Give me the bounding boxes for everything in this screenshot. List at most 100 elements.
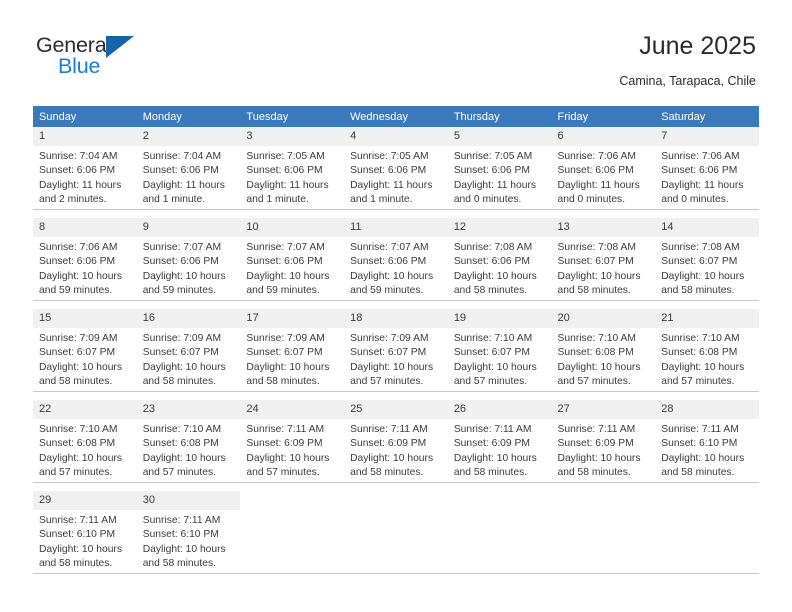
day-cell[interactable]: 30 Sunrise: 7:11 AM Sunset: 6:10 PM Dayl… <box>136 491 241 574</box>
day-cell[interactable]: 3 Sunrise: 7:05 AM Sunset: 6:06 PM Dayli… <box>240 127 345 210</box>
daylight-text-line1: Daylight: 11 hours <box>350 179 433 191</box>
day-cell[interactable]: 23 Sunrise: 7:10 AM Sunset: 6:08 PM Dayl… <box>136 400 241 483</box>
day-number: 30 <box>136 491 241 510</box>
day-cell[interactable]: 18 Sunrise: 7:09 AM Sunset: 6:07 PM Dayl… <box>344 309 448 392</box>
day-cell[interactable]: 24 Sunrise: 7:11 AM Sunset: 6:09 PM Dayl… <box>240 400 345 483</box>
week-gap <box>33 482 759 491</box>
day-cell[interactable]: 28 Sunrise: 7:11 AM Sunset: 6:10 PM Dayl… <box>655 400 759 483</box>
daylight-text-line1: Daylight: 10 hours <box>142 361 226 373</box>
day-number: 4 <box>344 127 448 146</box>
day-info: Sunrise: 7:10 AM Sunset: 6:08 PM Dayligh… <box>655 328 759 390</box>
calendar-week-row: 8 Sunrise: 7:06 AM Sunset: 6:06 PM Dayli… <box>33 218 759 301</box>
day-cell[interactable]: 11 Sunrise: 7:07 AM Sunset: 6:06 PM Dayl… <box>344 218 448 301</box>
day-cell[interactable]: 5 Sunrise: 7:05 AM Sunset: 6:06 PM Dayli… <box>447 127 552 210</box>
daylight-text-line2: and 1 minute. <box>350 194 413 206</box>
sunrise-text: Sunrise: 7:09 AM <box>142 333 222 344</box>
sunset-text: Sunset: 6:10 PM <box>661 438 738 450</box>
day-number: 26 <box>447 400 552 419</box>
day-info: Sunrise: 7:11 AM Sunset: 6:10 PM Dayligh… <box>655 419 759 481</box>
sunrise-text: Sunrise: 7:07 AM <box>350 242 429 253</box>
daylight-text-line2: and 57 minutes. <box>557 376 631 388</box>
day-number: 13 <box>551 218 656 237</box>
day-cell[interactable]: 12 Sunrise: 7:08 AM Sunset: 6:06 PM Dayl… <box>447 218 552 301</box>
day-cell[interactable]: 1 Sunrise: 7:04 AM Sunset: 6:06 PM Dayli… <box>33 127 137 210</box>
sunrise-text: Sunrise: 7:08 AM <box>453 242 533 253</box>
sunset-text: Sunset: 6:06 PM <box>350 165 427 177</box>
day-number: 9 <box>136 218 241 237</box>
day-cell[interactable]: 17 Sunrise: 7:09 AM Sunset: 6:07 PM Dayl… <box>240 309 345 392</box>
sunrise-text: Sunrise: 7:10 AM <box>557 333 636 344</box>
day-info: Sunrise: 7:06 AM Sunset: 6:06 PM Dayligh… <box>552 146 656 208</box>
sunrise-text: Sunrise: 7:05 AM <box>246 151 325 162</box>
day-info: Sunrise: 7:11 AM Sunset: 6:09 PM Dayligh… <box>344 419 448 481</box>
daylight-text-line2: and 1 minute. <box>142 194 206 206</box>
calendar-week-row: 1 Sunrise: 7:04 AM Sunset: 6:06 PM Dayli… <box>33 127 759 210</box>
sunset-text: Sunset: 6:10 PM <box>142 529 219 541</box>
location-subtitle: Camina, Tarapaca, Chile <box>619 74 756 88</box>
sunset-text: Sunset: 6:09 PM <box>557 438 634 450</box>
daylight-text-line1: Daylight: 10 hours <box>39 361 122 373</box>
day-number: 11 <box>344 218 448 237</box>
day-cell[interactable]: 22 Sunrise: 7:10 AM Sunset: 6:08 PM Dayl… <box>33 400 137 483</box>
day-number: 12 <box>447 218 552 237</box>
daylight-text-line1: Daylight: 11 hours <box>39 179 122 191</box>
daylight-text-line1: Daylight: 11 hours <box>142 179 225 191</box>
day-cell[interactable]: 20 Sunrise: 7:10 AM Sunset: 6:08 PM Dayl… <box>551 309 656 392</box>
day-info: Sunrise: 7:08 AM Sunset: 6:06 PM Dayligh… <box>448 237 552 299</box>
general-blue-logo: General Blue <box>36 33 166 79</box>
day-cell[interactable]: 4 Sunrise: 7:05 AM Sunset: 6:06 PM Dayli… <box>344 127 448 210</box>
day-cell[interactable]: 7 Sunrise: 7:06 AM Sunset: 6:06 PM Dayli… <box>655 127 759 210</box>
daylight-text-line2: and 58 minutes. <box>350 467 424 479</box>
calendar-week-row: 22 Sunrise: 7:10 AM Sunset: 6:08 PM Dayl… <box>33 400 759 483</box>
day-number: 2 <box>136 127 241 146</box>
sunrise-text: Sunrise: 7:09 AM <box>246 333 325 344</box>
day-cell[interactable]: 25 Sunrise: 7:11 AM Sunset: 6:09 PM Dayl… <box>344 400 448 483</box>
daylight-text-line2: and 0 minutes. <box>661 194 729 206</box>
day-cell[interactable]: 2 Sunrise: 7:04 AM Sunset: 6:06 PM Dayli… <box>136 127 241 210</box>
sunset-text: Sunset: 6:06 PM <box>142 165 219 177</box>
day-cell[interactable]: 21 Sunrise: 7:10 AM Sunset: 6:08 PM Dayl… <box>655 309 759 392</box>
day-number: 25 <box>344 400 448 419</box>
daylight-text-line2: and 58 minutes. <box>661 285 735 297</box>
daylight-text-line1: Daylight: 10 hours <box>557 452 641 464</box>
day-info: Sunrise: 7:07 AM Sunset: 6:06 PM Dayligh… <box>137 237 241 299</box>
day-cell[interactable]: 9 Sunrise: 7:07 AM Sunset: 6:06 PM Dayli… <box>136 218 241 301</box>
day-cell[interactable]: 19 Sunrise: 7:10 AM Sunset: 6:07 PM Dayl… <box>447 309 552 392</box>
day-cell[interactable]: 14 Sunrise: 7:08 AM Sunset: 6:07 PM Dayl… <box>655 218 759 301</box>
day-info: Sunrise: 7:11 AM Sunset: 6:09 PM Dayligh… <box>240 419 344 481</box>
day-info: Sunrise: 7:09 AM Sunset: 6:07 PM Dayligh… <box>33 328 137 390</box>
sunrise-text: Sunrise: 7:07 AM <box>246 242 325 253</box>
daylight-text-line2: and 57 minutes. <box>661 376 735 388</box>
week-gap <box>33 300 759 309</box>
sunrise-text: Sunrise: 7:09 AM <box>39 333 118 344</box>
weekday-header-friday: Friday <box>551 106 656 127</box>
sunset-text: Sunset: 6:07 PM <box>142 347 219 359</box>
daylight-text-line2: and 59 minutes. <box>39 285 113 297</box>
day-cell[interactable]: 10 Sunrise: 7:07 AM Sunset: 6:06 PM Dayl… <box>240 218 345 301</box>
sunrise-text: Sunrise: 7:11 AM <box>557 424 636 435</box>
day-number: 3 <box>240 127 345 146</box>
day-cell[interactable]: 13 Sunrise: 7:08 AM Sunset: 6:07 PM Dayl… <box>551 218 656 301</box>
day-info: Sunrise: 7:06 AM Sunset: 6:06 PM Dayligh… <box>655 146 759 208</box>
day-cell[interactable]: 29 Sunrise: 7:11 AM Sunset: 6:10 PM Dayl… <box>33 491 137 574</box>
calendar-table: Sunday Monday Tuesday Wednesday Thursday… <box>33 106 759 574</box>
day-number: 8 <box>33 218 137 237</box>
daylight-text-line1: Daylight: 10 hours <box>661 452 745 464</box>
sunrise-text: Sunrise: 7:05 AM <box>453 151 533 162</box>
sunset-text: Sunset: 6:10 PM <box>39 529 116 541</box>
day-info: Sunrise: 7:10 AM Sunset: 6:08 PM Dayligh… <box>552 328 656 390</box>
day-cell[interactable]: 27 Sunrise: 7:11 AM Sunset: 6:09 PM Dayl… <box>551 400 656 483</box>
day-cell[interactable]: 8 Sunrise: 7:06 AM Sunset: 6:06 PM Dayli… <box>33 218 137 301</box>
day-cell[interactable]: 15 Sunrise: 7:09 AM Sunset: 6:07 PM Dayl… <box>33 309 137 392</box>
week-gap <box>33 391 759 400</box>
day-number: 16 <box>136 309 241 328</box>
day-cell-empty <box>655 491 759 574</box>
day-number: 1 <box>33 127 137 146</box>
sunrise-text: Sunrise: 7:11 AM <box>350 424 428 435</box>
day-info: Sunrise: 7:09 AM Sunset: 6:07 PM Dayligh… <box>137 328 241 390</box>
day-cell[interactable]: 16 Sunrise: 7:09 AM Sunset: 6:07 PM Dayl… <box>136 309 241 392</box>
day-info: Sunrise: 7:07 AM Sunset: 6:06 PM Dayligh… <box>344 237 448 299</box>
day-cell[interactable]: 6 Sunrise: 7:06 AM Sunset: 6:06 PM Dayli… <box>551 127 656 210</box>
sunset-text: Sunset: 6:08 PM <box>661 347 738 359</box>
day-cell[interactable]: 26 Sunrise: 7:11 AM Sunset: 6:09 PM Dayl… <box>447 400 552 483</box>
